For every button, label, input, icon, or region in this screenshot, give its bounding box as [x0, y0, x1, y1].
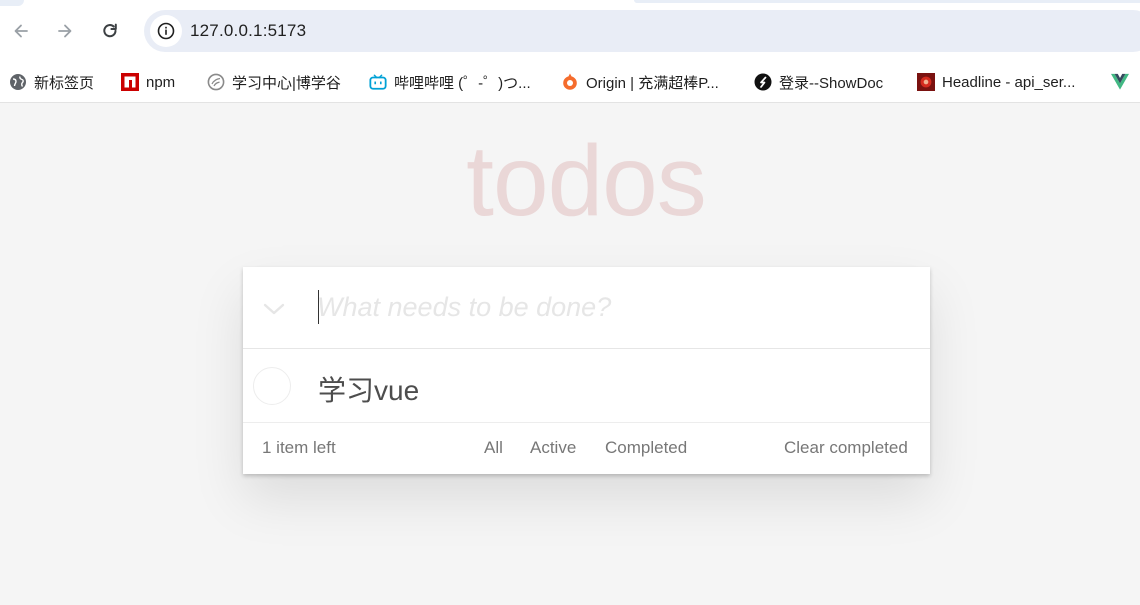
bookmarks-bar: 新标签页 npm 学习中心|博学谷 哔哩哔哩 (゜-゜)つ... Origin … — [0, 62, 1140, 102]
todo-title[interactable]: 学习vue — [318, 369, 419, 409]
bookmark-label: Origin | 充满超棒P... — [586, 74, 719, 92]
bookmark-label: Headline - api_ser... — [942, 73, 1076, 91]
app-title: todos — [466, 125, 707, 237]
boxuegu-icon — [207, 73, 225, 91]
back-button[interactable] — [7, 17, 35, 45]
bookmark-npm[interactable]: npm — [121, 68, 175, 96]
filter-all[interactable]: All — [484, 438, 503, 458]
bookmark-bilibili[interactable]: 哔哩哔哩 (゜-゜)つ... — [369, 68, 531, 96]
bookmark-headline[interactable]: Headline - api_ser... — [917, 68, 1075, 96]
site-info-button[interactable] — [150, 15, 182, 47]
origin-icon — [561, 73, 579, 91]
info-icon — [157, 22, 175, 40]
reload-icon — [103, 23, 117, 38]
bookmark-vue[interactable] — [1111, 68, 1136, 96]
todo-toggle-checkbox[interactable] — [253, 367, 291, 405]
arrow-left-icon — [14, 24, 28, 38]
tab-strip-edge — [634, 0, 1140, 3]
text-cursor — [318, 290, 319, 324]
clear-completed-button[interactable]: Clear completed — [784, 438, 908, 458]
npm-icon — [121, 73, 139, 91]
vue-icon — [1111, 73, 1129, 91]
todo-item[interactable]: 学习vue — [243, 349, 930, 423]
items-left-count: 1 item left — [262, 438, 336, 457]
todo-app: 学习vue 1 item left All Active Completed C… — [243, 267, 930, 474]
bookmark-label: 登录--ShowDoc — [779, 74, 884, 92]
globe-icon — [9, 73, 27, 91]
page-separator — [0, 102, 1140, 103]
bookmark-label: 学习中心|博学谷 — [232, 74, 341, 92]
bookmark-origin[interactable]: Origin | 充满超棒P... — [561, 68, 719, 96]
bookmark-showdoc[interactable]: 登录--ShowDoc — [754, 68, 883, 96]
bilibili-icon — [369, 73, 387, 91]
headline-icon — [917, 73, 935, 91]
new-todo-input[interactable] — [317, 287, 907, 327]
bookmark-boxuegu[interactable]: 学习中心|博学谷 — [207, 68, 341, 96]
todo-header — [243, 267, 930, 349]
todo-footer: 1 item left All Active Completed Clear c… — [243, 423, 930, 474]
showdoc-icon — [754, 73, 772, 91]
forward-button[interactable] — [51, 17, 79, 45]
reload-button[interactable] — [96, 17, 124, 45]
address-bar[interactable]: 127.0.0.1:5173 — [144, 10, 1140, 52]
filter-completed[interactable]: Completed — [605, 438, 687, 458]
bookmark-new-tab[interactable]: 新标签页 — [9, 68, 94, 96]
toggle-all-button[interactable] — [257, 295, 291, 323]
tab-strip-edge — [0, 0, 24, 6]
browser-toolbar: 127.0.0.1:5173 — [0, 0, 1140, 62]
filter-active[interactable]: Active — [530, 438, 576, 458]
chevron-down-icon — [263, 303, 285, 315]
bookmark-label: npm — [146, 73, 176, 91]
bookmark-label: 新标签页 — [34, 74, 95, 92]
url-text[interactable]: 127.0.0.1:5173 — [190, 21, 306, 41]
bookmark-label: 哔哩哔哩 (゜-゜)つ... — [394, 74, 531, 92]
arrow-right-icon — [58, 24, 72, 38]
